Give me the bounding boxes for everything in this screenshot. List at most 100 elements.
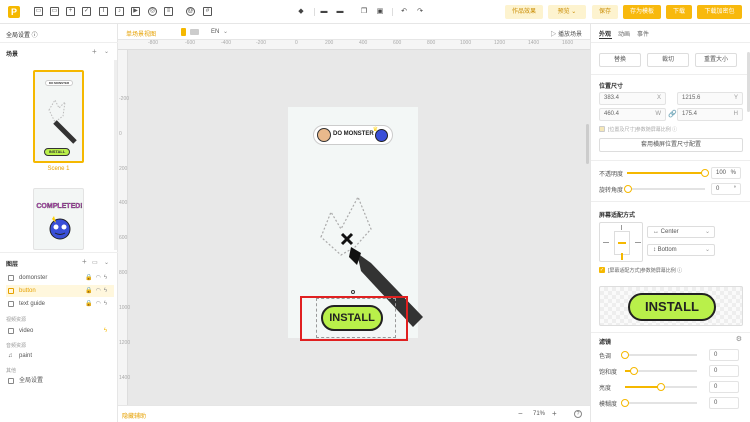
filter-input[interactable]: 0	[709, 397, 739, 409]
image-icon[interactable]: ▭	[50, 7, 59, 16]
redo-icon[interactable]: ↷	[416, 7, 424, 16]
download-encrypted-button[interactable]: 下载加密包	[697, 5, 742, 19]
rotation-slider-knob[interactable]	[624, 185, 632, 193]
filter-slider-knob[interactable]	[621, 399, 629, 407]
landscape-toggle-icon[interactable]	[190, 29, 199, 35]
preview-button[interactable]: 预览 ⌄	[548, 5, 586, 19]
rotation-input[interactable]: 0 °	[711, 183, 741, 195]
lightning-icon[interactable]: ϟ	[104, 325, 110, 337]
scene-2-thumbnail[interactable]: COMPLETED!	[33, 188, 84, 250]
copy-icon[interactable]: ❐	[360, 7, 368, 16]
undo-icon[interactable]: ↶	[400, 7, 408, 16]
zoom-in-button[interactable]: +	[552, 409, 557, 418]
global-settings-item[interactable]: 全局设置	[6, 375, 114, 387]
download-button[interactable]: 下载	[666, 5, 692, 19]
link-ratio-icon[interactable]: 🔗	[668, 110, 677, 118]
paste-icon[interactable]: ▣	[376, 7, 384, 16]
align-icon[interactable]: ▬	[336, 7, 344, 16]
pos-scale-checkbox[interactable]	[599, 126, 605, 132]
filter-slider-knob[interactable]	[621, 351, 629, 359]
v-align-select[interactable]: ↕ Bottom ⌄	[647, 244, 715, 256]
tab-single-scene[interactable]: 单场景视图	[126, 29, 156, 38]
save-button[interactable]: 保存	[592, 5, 618, 19]
filter-settings-icon[interactable]: ⚙	[736, 335, 742, 343]
canvas-scrollbar[interactable]	[586, 124, 589, 164]
tab-events[interactable]: 事件	[637, 29, 649, 38]
chevron-down-icon[interactable]: ⌄	[104, 48, 109, 55]
filter-input[interactable]: 0	[709, 349, 739, 361]
ruler-tick: -800	[148, 40, 159, 46]
add-layer-icon[interactable]: +	[82, 257, 87, 266]
ruler-tick: -200	[256, 40, 267, 46]
text-icon[interactable]: T	[99, 7, 108, 16]
canvas-footer: 隐藏辅助 − 71% + ?	[118, 405, 590, 422]
fit-scale-checkbox[interactable]: ✓	[599, 267, 605, 273]
save-template-button[interactable]: 存为模板	[623, 5, 661, 19]
play-scene-button[interactable]: ▷ 播放场景	[550, 29, 582, 38]
rotate-handle[interactable]	[351, 290, 355, 294]
layer-item-selected[interactable]: button 🔒◠ϟ	[6, 285, 114, 297]
replace-button[interactable]: 替换	[599, 53, 641, 67]
ruler-tick: 600	[119, 235, 128, 241]
rotation-value: 0	[716, 186, 720, 192]
h-align-select[interactable]: ↔ Center ⌄	[647, 226, 715, 238]
layer-name: paint	[19, 353, 33, 359]
layer-ops-icons[interactable]: 🔒◠ϟ	[85, 298, 110, 310]
folder-icon[interactable]: ▭	[92, 259, 98, 266]
left-panel: 全局设置 ⓘ 场景 + ⌄ DO MONSTER INSTALL Scene 1…	[0, 24, 118, 422]
layer-item[interactable]: text guide 🔒◠ϟ	[6, 298, 114, 310]
completed-text: COMPLETED!	[36, 203, 83, 210]
paint-item[interactable]: ♫ paint	[6, 350, 114, 362]
sound-icon[interactable]: ♪	[115, 7, 124, 16]
web-icon[interactable]: ◎	[148, 7, 157, 16]
anchor-picker[interactable]	[599, 222, 643, 262]
align-icon[interactable]: ▬	[320, 7, 328, 16]
layer-ops-icons[interactable]: 🔒◠ϟ	[85, 272, 110, 284]
opacity-input[interactable]: 100%	[711, 167, 741, 179]
reset-size-button[interactable]: 重置大小	[695, 53, 737, 67]
image-icon[interactable]: ▭	[34, 7, 43, 16]
check-icon[interactable]: ✓	[82, 7, 91, 16]
portrait-toggle-icon[interactable]	[181, 28, 186, 36]
layer-ops-icons[interactable]: 🔒◠ϟ	[85, 285, 110, 297]
filter-slider-knob[interactable]	[629, 367, 638, 375]
brand-badge[interactable]: DO MONSTER ♛	[313, 125, 393, 145]
zoom-level: 71%	[533, 411, 546, 417]
layer-item[interactable]: domonster 🔒◠ϟ	[6, 272, 114, 284]
filter-track	[625, 402, 697, 404]
h-field[interactable]: 175.4 H	[677, 108, 743, 121]
y-field[interactable]: 1215.6 Y	[677, 92, 743, 105]
filter-input[interactable]: 0	[709, 381, 739, 393]
y-value: 1215.6	[682, 95, 701, 101]
filter-input[interactable]: 0	[709, 365, 739, 377]
tab-appearance[interactable]: 外观	[599, 29, 611, 38]
divider	[591, 42, 750, 43]
opacity-slider-knob[interactable]	[701, 169, 709, 177]
at-icon[interactable]: @	[186, 7, 195, 16]
works-effect-button[interactable]: 作品效果	[505, 5, 543, 19]
add-scene-icon[interactable]: +	[92, 47, 97, 56]
help-icon[interactable]: ?	[574, 410, 582, 418]
zoom-out-button[interactable]: −	[518, 409, 523, 418]
scenes-scrollbar[interactable]	[114, 60, 117, 250]
hide-guides-toggle[interactable]: 隐藏辅助	[122, 411, 146, 420]
language-select[interactable]: EN	[211, 29, 219, 35]
global-settings-link[interactable]: 全局设置 ⓘ	[6, 30, 38, 39]
layout-icon[interactable]: ≡	[164, 7, 173, 16]
h-value: 175.4	[682, 111, 698, 117]
video-icon[interactable]: ▶	[131, 7, 140, 16]
divider	[392, 8, 393, 16]
chevron-down-icon[interactable]: ⌄	[223, 28, 228, 35]
crop-button[interactable]: 裁切	[647, 53, 689, 67]
scene-1-thumbnail[interactable]: DO MONSTER INSTALL	[33, 70, 84, 163]
w-field[interactable]: 460.4 W	[599, 108, 666, 121]
chevron-down-icon[interactable]: ⌄	[104, 259, 109, 266]
video-item[interactable]: video ϟ	[6, 325, 114, 337]
x-field[interactable]: 383.4 X	[599, 92, 666, 105]
box-icon[interactable]: +	[66, 7, 75, 16]
layer-order-icon[interactable]: ◆	[297, 7, 305, 16]
filter-slider-knob[interactable]	[657, 383, 665, 391]
apply-landscape-button[interactable]: 套用横屏位置尺寸配置	[599, 138, 743, 152]
grid-icon[interactable]: #	[203, 7, 212, 16]
tab-animation[interactable]: 动画	[618, 29, 630, 38]
